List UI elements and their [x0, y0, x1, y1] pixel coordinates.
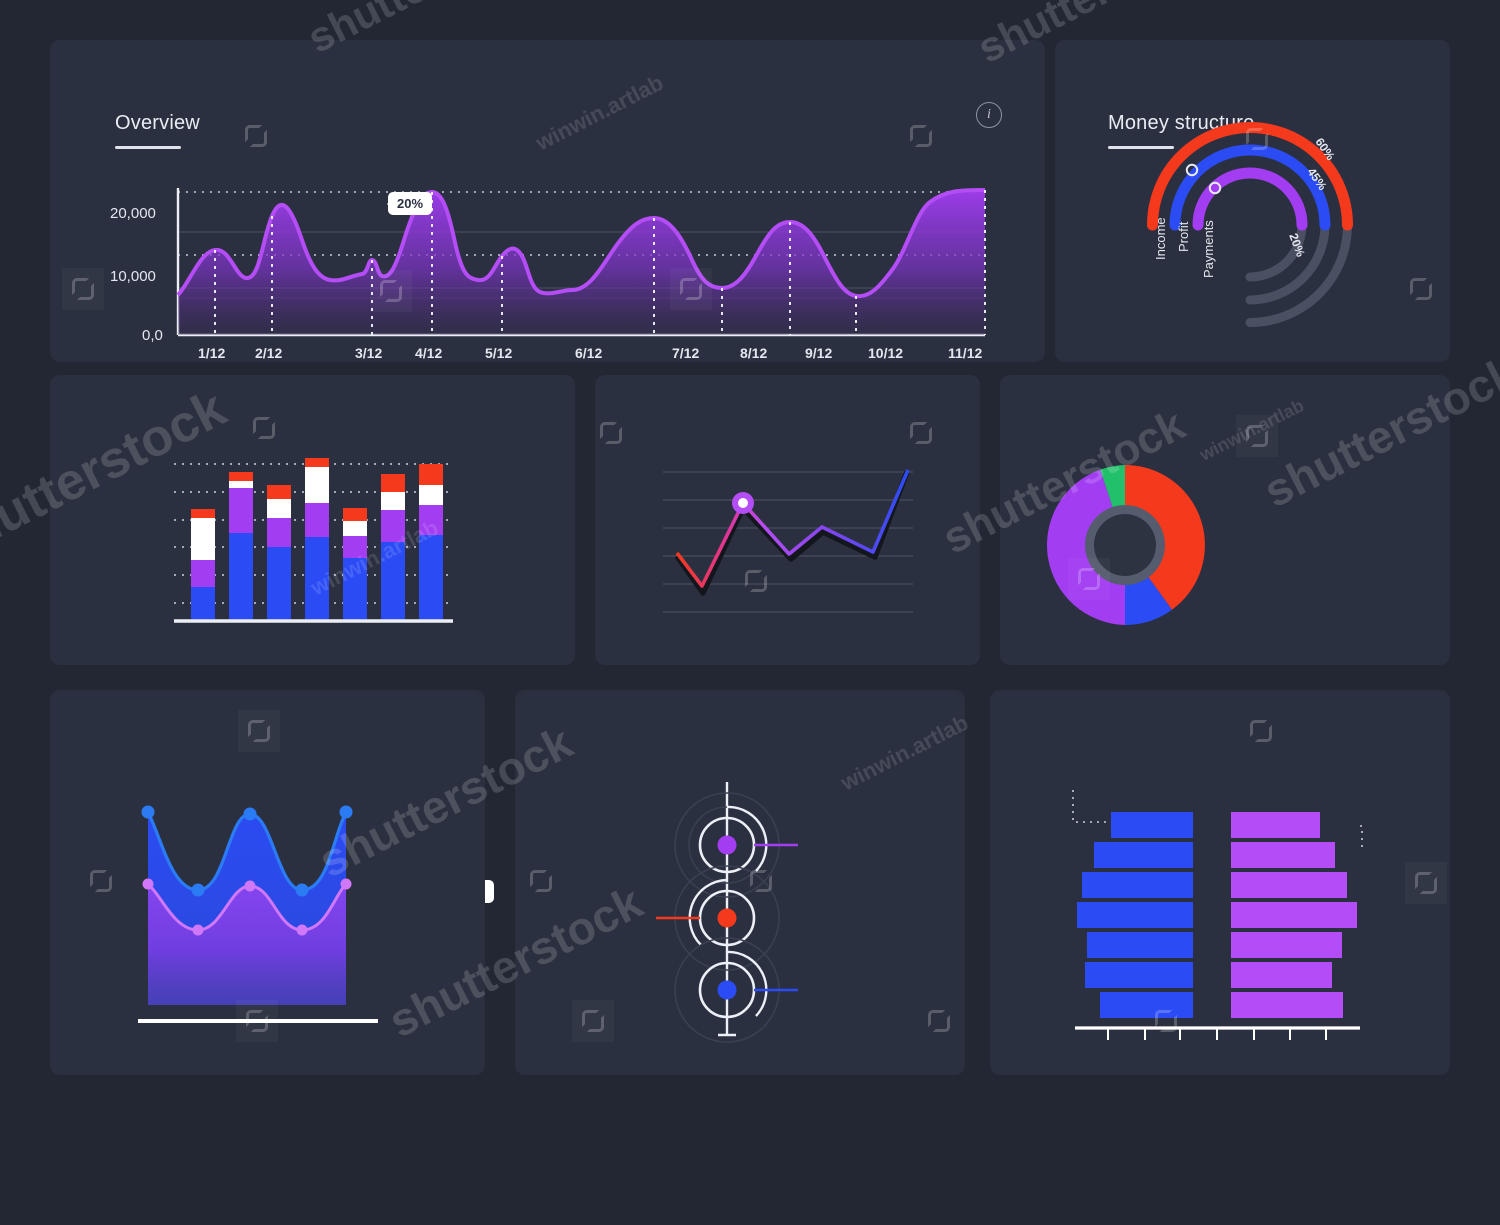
overview-x-tick: 2/12 — [255, 345, 283, 361]
candlestick-card: Candlestick Chart — [50, 690, 485, 1075]
overview-y-tick-1: 10,000 — [110, 268, 156, 285]
money-structure-gauge — [1147, 122, 1353, 327]
overview-x-tick: 6/12 — [575, 345, 603, 361]
sources-donut-chart — [1046, 465, 1205, 625]
investment-structure-card: Investment structure — [990, 690, 1450, 1075]
overview-x-tick: 7/12 — [672, 345, 700, 361]
overview-x-tick: 8/12 — [740, 345, 768, 361]
candlestick-chart — [138, 805, 378, 1023]
overview-x-tick: 11/12 — [948, 345, 983, 361]
overview-y-tick-0: 0,0 — [142, 327, 163, 344]
overview-x-tick: 5/12 — [485, 345, 513, 361]
financial-risks-timeline — [656, 782, 798, 1043]
income-dynamics-card: Income dynamics — [595, 375, 1246, 996]
overview-x-tick: 10/12 — [868, 345, 904, 361]
dashboard-page: Overview i 20,000 10,000 0,0 1/12 2/12 3… — [0, 0, 1500, 1225]
footer: shutterstock® IMAGE ID: 1533943073 www.s… — [0, 1130, 1500, 1225]
customer-payments-chart — [174, 458, 453, 623]
overview-x-tick: 9/12 — [805, 345, 833, 361]
money-structure-card: Money structure Income Profit Payments 6… — [1055, 40, 1450, 362]
investment-structure-chart — [1072, 790, 1363, 1040]
overview-tooltip: 20% — [386, 192, 433, 215]
income-dynamics-chart — [663, 469, 913, 613]
financial-risks-card: Financial risks September ▾ — [515, 690, 965, 1075]
overview-card: Overview i 20,000 10,000 0,0 1/12 2/12 3… — [50, 40, 1045, 362]
customer-payments-card: Customer payments — [50, 375, 575, 1011]
overview-y-tick-2: 20,000 — [110, 205, 156, 222]
overview-x-tick: 3/12 — [355, 345, 383, 361]
overview-x-tick: 4/12 — [415, 345, 443, 361]
overview-chart — [176, 188, 986, 337]
gauge-label-profit: Profit — [1176, 221, 1191, 252]
gauge-label-income: Income — [1153, 217, 1168, 260]
sources-card: Sources i Payments — 60% Tariff — 10% — [1000, 375, 1450, 816]
overview-x-tick: 1/12 — [198, 345, 226, 361]
gauge-label-payments: Payments — [1201, 220, 1216, 278]
